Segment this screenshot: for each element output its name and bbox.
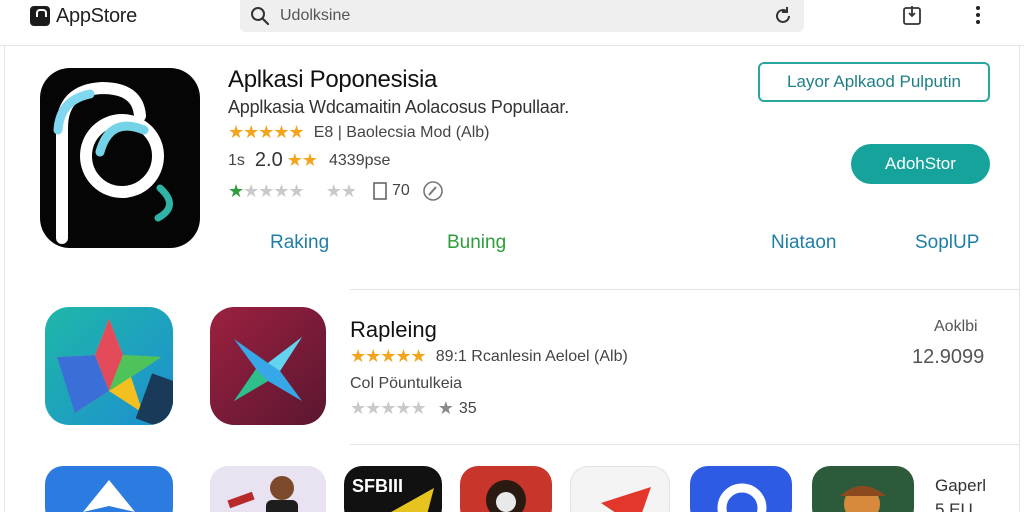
section-divider (350, 289, 1020, 290)
app-icon-x[interactable] (210, 307, 326, 425)
featured-score-row: 1s 2.0 ★★ 4339pse (228, 149, 390, 172)
featured-rating-row: ★★★★★ E8 | Baolecsia Mod (Alb) (228, 122, 489, 143)
second-right-label: Aoklbi (934, 318, 978, 335)
app-icon-star[interactable] (45, 307, 173, 425)
play-app-icon (601, 487, 651, 512)
tab-ranking[interactable]: Raking (270, 232, 329, 254)
brand-name: AppStore (56, 4, 137, 27)
bottom-right-value: 5 EU (935, 500, 973, 512)
second-rating-row: ★★★★★ 89:1 Rcanlesin Aeloel (Alb) (350, 346, 628, 367)
green-star: ★ (228, 180, 244, 201)
second-rating-stars: ★★★★★ (350, 346, 427, 366)
portrait-app-icon (486, 480, 526, 512)
second-dim-stars: ★★★★★ (350, 398, 427, 418)
dim-stars: ★★★★ (243, 180, 305, 201)
bottom-right-label: Gaperl (935, 476, 987, 495)
x-app-icon (234, 337, 302, 401)
section-divider-2 (350, 444, 1020, 445)
second-count: 35 (458, 399, 477, 417)
featured-extra-row: ★★★★★ ★★ 70 (228, 180, 444, 202)
bottom-app-icon-6[interactable] (690, 466, 792, 512)
character-app-icon (840, 486, 886, 512)
left-edge (4, 46, 5, 512)
score-value: 2.0 (254, 149, 283, 171)
second-right-value: 12.9099 (912, 346, 985, 368)
second-developer: Col Pöuntulkeia (350, 375, 463, 392)
rating-info: E8 | Baolecsia Mod (Alb) (313, 123, 490, 141)
featured-app-title[interactable]: Aplkasi Poponesisia (228, 66, 437, 94)
tab-niataon[interactable]: Niataon (771, 232, 837, 254)
bottom-app-icon-5[interactable] (570, 466, 670, 512)
featured-logo-icon (53, 81, 173, 244)
tab-soplup[interactable]: SoplUP (915, 232, 979, 254)
triangle-app-icon (391, 488, 434, 512)
file-icon (373, 182, 387, 200)
second-grey-star: ★ (437, 398, 454, 418)
bottom-app-icon-2[interactable] (210, 466, 326, 512)
bottom-app-icon-3[interactable]: SFBIII (344, 466, 442, 512)
tab-buning[interactable]: Buning (447, 232, 506, 254)
arrow-app-icon (83, 480, 135, 512)
person-app-icon (227, 476, 298, 512)
more-menu-icon[interactable] (966, 3, 990, 27)
score-stars: ★★ (286, 150, 318, 170)
featured-app-icon[interactable] (40, 68, 200, 248)
bottom-app-icon-1[interactable] (45, 466, 173, 512)
star-app-icon (57, 319, 173, 425)
search-input[interactable] (280, 7, 772, 25)
second-rating-info: 89:1 Rcanlesin Aeloel (Alb) (435, 347, 628, 365)
search-bar[interactable] (240, 0, 804, 32)
score-prefix: 1s (228, 151, 245, 169)
bottom-app-icon-4[interactable] (460, 466, 552, 512)
bottom-app-icon-7[interactable] (812, 466, 914, 512)
outline-action-button[interactable]: Layor Aplkaod Pulputin (758, 62, 990, 102)
ring-app-icon (717, 483, 767, 512)
second-extra-row: ★★★★★ ★ 35 (350, 398, 477, 419)
get-app-button[interactable]: AdohStor (851, 144, 990, 184)
right-edge (1019, 46, 1020, 512)
pin-icon[interactable] (422, 180, 444, 202)
dim-stars-b: ★★ (325, 180, 357, 201)
search-icon[interactable] (250, 6, 270, 26)
top-bar: AppStore (0, 0, 1024, 46)
store-bag-icon (30, 6, 50, 26)
file-count: 70 (391, 182, 410, 199)
score-count: 4339pse (329, 151, 391, 169)
brand[interactable]: AppStore (30, 4, 137, 28)
rating-stars: ★★★★★ (228, 122, 305, 142)
share-icon[interactable] (900, 3, 924, 27)
featured-app-subtitle: Applkasia Wdcamaitin Aolacosus Popullaar… (228, 97, 569, 117)
second-app-title[interactable]: Rapleing (350, 317, 437, 343)
refresh-icon[interactable] (772, 5, 794, 27)
